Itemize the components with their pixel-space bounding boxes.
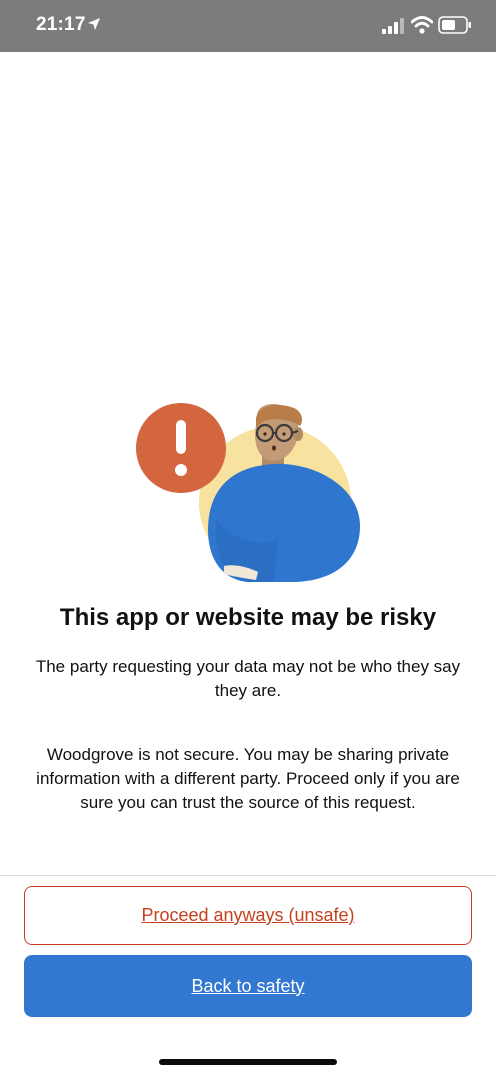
- proceed-unsafe-button[interactable]: Proceed anyways (unsafe): [24, 886, 472, 945]
- location-arrow-icon: [88, 18, 100, 30]
- person-figure: [208, 404, 360, 582]
- risk-warning-person-illustration: [136, 403, 360, 582]
- subtitle-text: The party requesting your data may not b…: [35, 657, 461, 700]
- page-title: This app or website may be risky: [59, 604, 437, 631]
- home-indicator: [159, 1059, 337, 1065]
- back-to-safety-label: Back to safety: [191, 975, 305, 996]
- alert-exclamation-icon: [136, 403, 226, 493]
- security-warning-text: Woodgrove is not secure. You may be shar…: [36, 745, 460, 812]
- cellular-signal-icon: [382, 18, 404, 34]
- status-bar: 21:17: [0, 0, 496, 52]
- footer-divider: [0, 875, 496, 876]
- wifi-icon: [411, 16, 433, 34]
- proceed-unsafe-label: Proceed anyways (unsafe): [141, 905, 355, 925]
- battery-icon: [438, 16, 471, 34]
- status-time: 21:17: [36, 14, 86, 35]
- back-to-safety-button[interactable]: Back to safety: [24, 955, 472, 1017]
